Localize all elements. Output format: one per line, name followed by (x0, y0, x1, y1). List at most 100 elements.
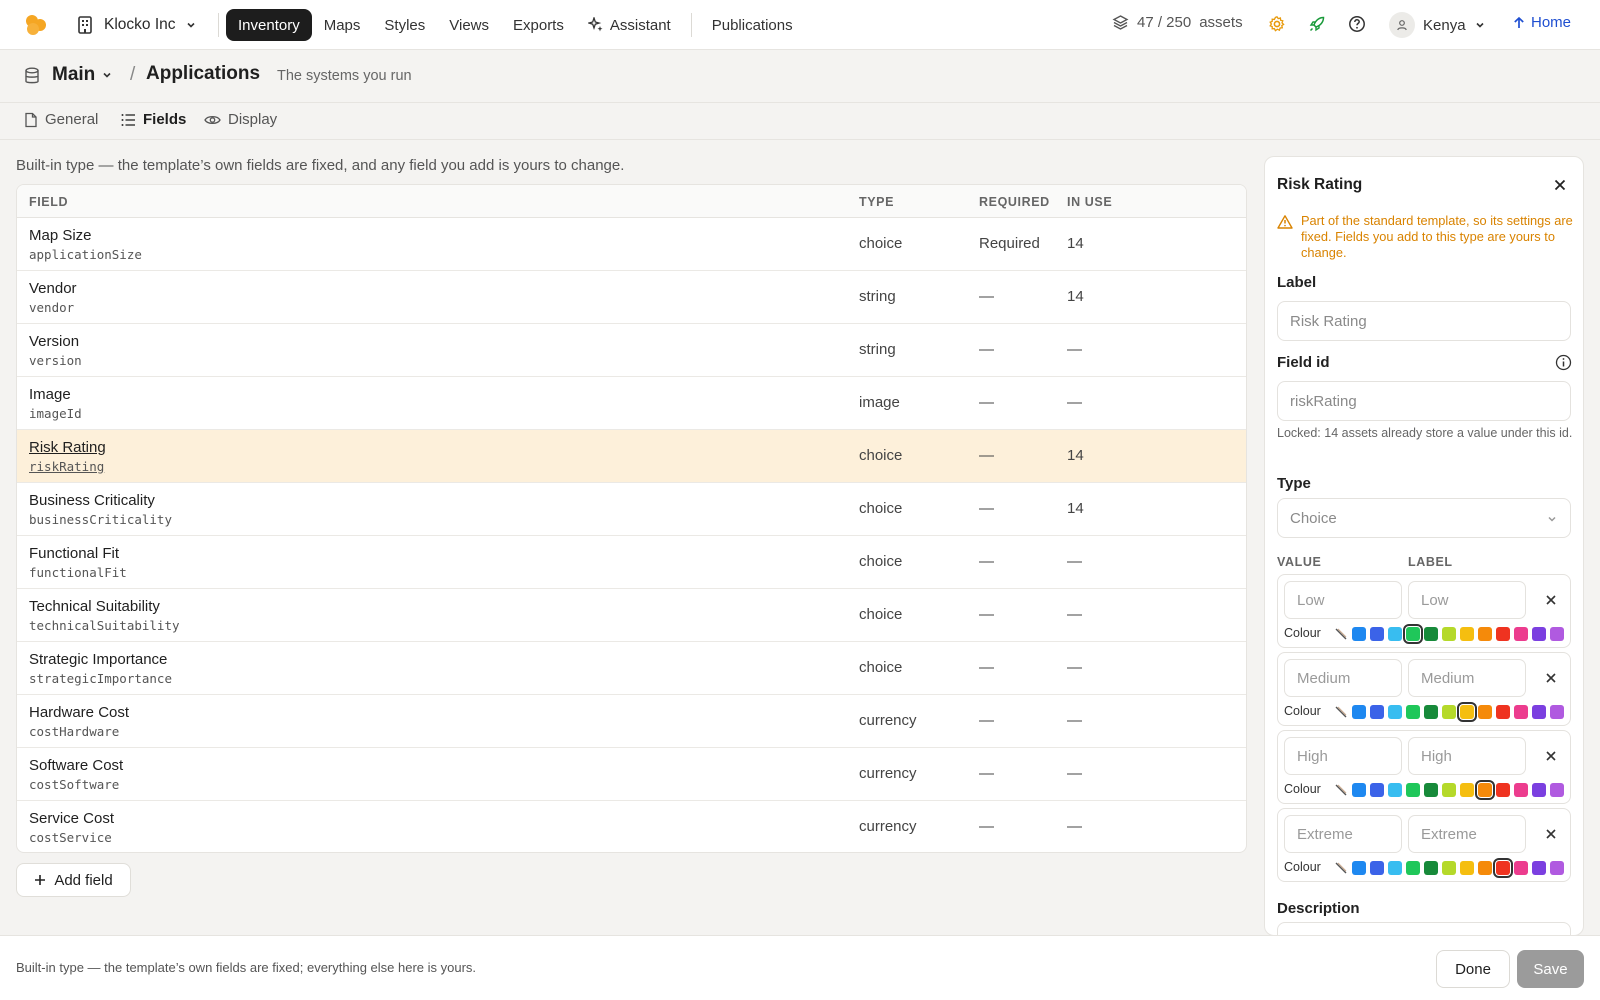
save-button[interactable]: Save (1517, 950, 1584, 988)
colour-swatch[interactable] (1424, 627, 1438, 641)
colour-swatch[interactable] (1514, 783, 1528, 797)
table-row[interactable]: Technical Suitability technicalSuitabilit… (17, 589, 1246, 642)
colour-swatch[interactable] (1388, 627, 1402, 641)
colour-swatch[interactable] (1478, 861, 1492, 875)
table-row[interactable]: Image imageId image — — (17, 377, 1246, 430)
colour-swatch[interactable] (1496, 705, 1510, 719)
logo-icon[interactable] (24, 14, 48, 36)
option-value-input[interactable]: High (1284, 737, 1402, 775)
nav-styles[interactable]: Styles (372, 9, 437, 41)
home-link[interactable]: Home (1512, 14, 1571, 31)
colour-swatch[interactable] (1532, 861, 1546, 875)
table-row[interactable]: Functional Fit functionalFit choice — — (17, 536, 1246, 589)
colour-swatch[interactable] (1406, 705, 1420, 719)
description-input[interactable] (1277, 922, 1571, 935)
user-menu[interactable]: Kenya (1389, 12, 1486, 38)
field-id-input[interactable]: riskRating (1277, 381, 1571, 421)
tab-general[interactable]: General (24, 111, 98, 128)
colour-swatch[interactable] (1388, 861, 1402, 875)
colour-swatch[interactable] (1475, 780, 1495, 800)
colour-swatch[interactable] (1550, 783, 1564, 797)
colour-swatch[interactable] (1442, 705, 1456, 719)
colour-swatch[interactable] (1532, 783, 1546, 797)
option-label-input[interactable]: Low (1408, 581, 1526, 619)
colour-swatch[interactable] (1424, 783, 1438, 797)
gear-icon[interactable] (1267, 14, 1287, 34)
no-colour-swatch[interactable] (1334, 627, 1348, 641)
table-row[interactable]: Software Cost costSoftware currency — — (17, 748, 1246, 801)
colour-swatch[interactable] (1403, 624, 1423, 644)
tab-display[interactable]: Display (204, 111, 277, 128)
option-value-input[interactable]: Extreme (1284, 815, 1402, 853)
asset-counter[interactable]: 47 / 250 assets (1112, 14, 1243, 31)
colour-swatch[interactable] (1514, 627, 1528, 641)
remove-option-icon[interactable] (1542, 591, 1560, 609)
colour-swatch[interactable] (1352, 861, 1366, 875)
colour-swatch[interactable] (1370, 627, 1384, 641)
colour-swatch[interactable] (1550, 627, 1564, 641)
close-icon[interactable] (1551, 176, 1569, 194)
remove-option-icon[interactable] (1542, 825, 1560, 843)
type-select[interactable]: Choice (1277, 498, 1571, 538)
org-switcher[interactable]: Klocko Inc (75, 12, 197, 38)
colour-swatch[interactable] (1406, 783, 1420, 797)
colour-swatch[interactable] (1388, 783, 1402, 797)
nav-assistant[interactable]: Assistant (576, 9, 683, 41)
colour-swatch[interactable] (1424, 861, 1438, 875)
no-colour-swatch[interactable] (1334, 861, 1348, 875)
nav-inventory[interactable]: Inventory (226, 9, 312, 41)
colour-swatch[interactable] (1370, 783, 1384, 797)
colour-swatch[interactable] (1352, 627, 1366, 641)
option-value-input[interactable]: Low (1284, 581, 1402, 619)
colour-swatch[interactable] (1514, 861, 1528, 875)
colour-swatch[interactable] (1550, 861, 1564, 875)
tab-fields[interactable]: Fields (121, 111, 186, 128)
rocket-icon[interactable] (1307, 14, 1327, 34)
colour-swatch[interactable] (1478, 705, 1492, 719)
table-row[interactable]: Business Criticality businessCriticality c… (17, 483, 1246, 536)
no-colour-swatch[interactable] (1334, 783, 1348, 797)
colour-swatch[interactable] (1370, 705, 1384, 719)
colour-swatch[interactable] (1388, 705, 1402, 719)
colour-swatch[interactable] (1442, 627, 1456, 641)
nav-exports[interactable]: Exports (501, 9, 576, 41)
colour-swatch[interactable] (1532, 705, 1546, 719)
colour-swatch[interactable] (1370, 861, 1384, 875)
colour-swatch[interactable] (1460, 783, 1474, 797)
table-row[interactable]: Hardware Cost costHardware currency — — (17, 695, 1246, 748)
colour-swatch[interactable] (1478, 627, 1492, 641)
colour-swatch[interactable] (1457, 702, 1477, 722)
table-row[interactable]: Version version string — — (17, 324, 1246, 377)
table-row[interactable]: Service Cost costService currency — — (17, 801, 1246, 852)
option-label-input[interactable]: Medium (1408, 659, 1526, 697)
colour-swatch[interactable] (1460, 627, 1474, 641)
colour-swatch[interactable] (1496, 783, 1510, 797)
colour-swatch[interactable] (1352, 783, 1366, 797)
colour-swatch[interactable] (1406, 861, 1420, 875)
colour-swatch[interactable] (1442, 783, 1456, 797)
table-row[interactable]: Risk Rating riskRating choice — 14 (17, 430, 1246, 483)
info-icon[interactable] (1555, 354, 1572, 371)
colour-swatch[interactable] (1424, 705, 1438, 719)
colour-swatch[interactable] (1514, 705, 1528, 719)
workspace-switcher[interactable]: Main (52, 64, 113, 86)
option-label-input[interactable]: High (1408, 737, 1526, 775)
table-row[interactable]: Map Size applicationSize choice Required 14 (17, 218, 1246, 271)
colour-swatch[interactable] (1493, 858, 1513, 878)
add-field-button[interactable]: Add field (16, 863, 131, 897)
colour-swatch[interactable] (1496, 627, 1510, 641)
option-label-input[interactable]: Extreme (1408, 815, 1526, 853)
no-colour-swatch[interactable] (1334, 705, 1348, 719)
colour-swatch[interactable] (1532, 627, 1546, 641)
done-button[interactable]: Done (1436, 950, 1510, 988)
nav-maps[interactable]: Maps (312, 9, 373, 41)
colour-swatch[interactable] (1460, 861, 1474, 875)
colour-swatch[interactable] (1550, 705, 1564, 719)
table-row[interactable]: Vendor vendor string — 14 (17, 271, 1246, 324)
help-icon[interactable] (1347, 14, 1367, 34)
table-row[interactable]: Strategic Importance strategicImportance c… (17, 642, 1246, 695)
remove-option-icon[interactable] (1542, 669, 1560, 687)
nav-publications[interactable]: Publications (700, 9, 805, 41)
colour-swatch[interactable] (1352, 705, 1366, 719)
remove-option-icon[interactable] (1542, 747, 1560, 765)
